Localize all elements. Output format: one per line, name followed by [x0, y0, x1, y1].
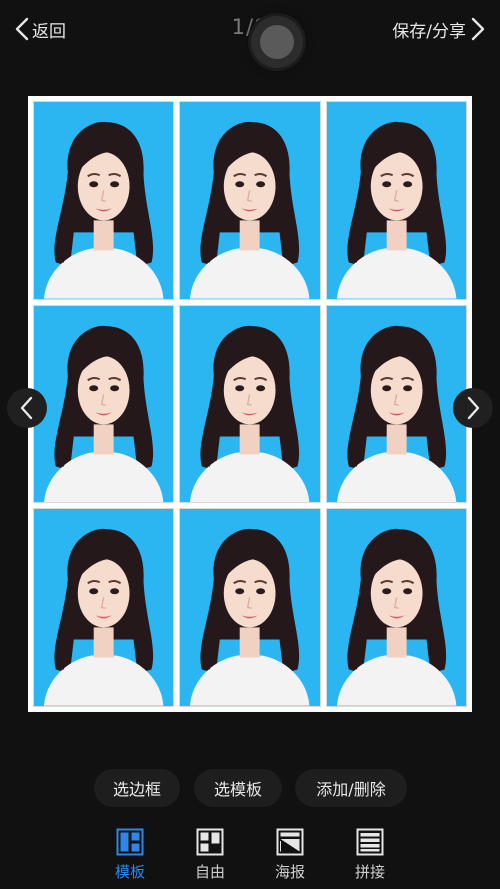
poster-icon [276, 828, 304, 856]
template-icon [116, 828, 144, 856]
portrait-illustration [180, 509, 320, 706]
tab-free-label: 自由 [194, 863, 225, 881]
id-photo[interactable] [179, 304, 321, 504]
select-border-button[interactable]: 选边框 [94, 769, 180, 807]
back-label: 返回 [32, 21, 66, 42]
free-layout-icon [196, 828, 224, 856]
top-bar: 返回 1/8 保存/分享 [0, 0, 500, 68]
id-photo[interactable] [325, 101, 467, 300]
portrait-illustration [34, 102, 174, 299]
chevron-left-icon [20, 396, 33, 420]
chevron-right-icon [467, 396, 480, 420]
id-photo[interactable] [179, 508, 321, 707]
portrait-illustration [34, 305, 174, 503]
tab-stitch-label: 拼接 [354, 863, 385, 881]
photo-sheet [28, 96, 472, 712]
tab-poster-label: 海报 [274, 863, 305, 881]
stitch-icon [356, 828, 384, 856]
portrait-illustration [180, 102, 320, 299]
select-template-button[interactable]: 选模板 [194, 769, 282, 807]
save-share-button[interactable]: 保存/分享 [392, 16, 486, 42]
next-layout-button[interactable] [453, 388, 493, 428]
portrait-illustration [326, 305, 466, 503]
tab-poster[interactable]: 海报 [260, 828, 320, 886]
id-photo[interactable] [33, 101, 175, 300]
tab-template[interactable]: 模板 [100, 828, 160, 886]
tab-stitch[interactable]: 拼接 [340, 828, 400, 886]
id-photo[interactable] [33, 304, 175, 504]
photo-grid [33, 101, 467, 707]
chevron-left-icon [15, 17, 29, 41]
save-share-label: 保存/分享 [392, 21, 466, 42]
portrait-illustration [326, 509, 466, 706]
id-photo[interactable] [325, 508, 467, 707]
id-photo[interactable] [33, 508, 175, 707]
add-delete-button[interactable]: 添加/删除 [295, 769, 407, 807]
tab-template-label: 模板 [114, 863, 145, 881]
action-bar: 选边框 选模板 添加/删除 [0, 769, 500, 809]
portrait-illustration [326, 102, 466, 299]
bottom-tab-bar: 模板 自由 海报 拼接 [0, 828, 500, 889]
portrait-illustration [180, 305, 320, 503]
id-photo[interactable] [325, 304, 467, 504]
back-button[interactable]: 返回 [14, 16, 66, 42]
floating-assistive-button[interactable] [251, 16, 303, 68]
previous-layout-button[interactable] [7, 388, 47, 428]
id-photo[interactable] [179, 101, 321, 300]
chevron-right-icon [471, 17, 485, 41]
tab-free[interactable]: 自由 [180, 828, 240, 886]
portrait-illustration [34, 509, 174, 706]
